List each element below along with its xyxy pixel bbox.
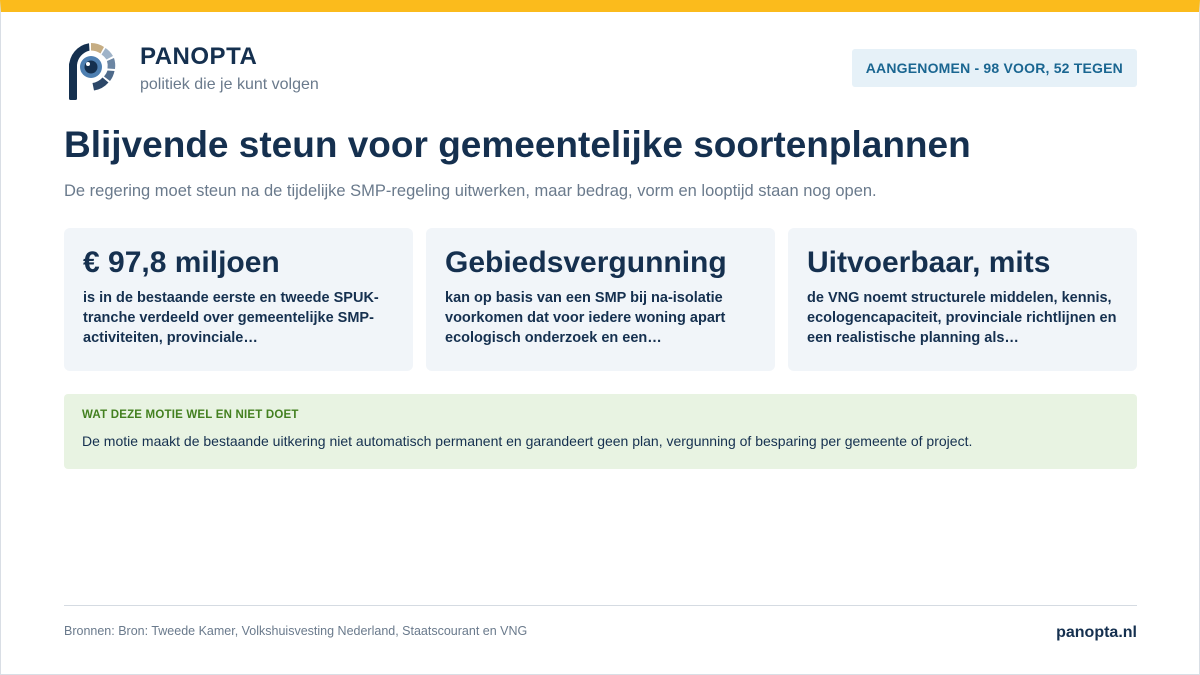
fact-card-body: de VNG noemt structurele middelen, kenni…: [807, 290, 1117, 346]
fact-card-body: kan op basis van een SMP bij na-isolatie…: [445, 290, 726, 346]
motion-scope-note: WAT DEZE MOTIE WEL EN NIET DOET De motie…: [64, 394, 1137, 469]
fact-cards: € 97,8 miljoen is in de bestaande eerste…: [64, 228, 1137, 371]
brand-tagline: politiek die je kunt volgen: [140, 76, 319, 93]
note-label: WAT DEZE MOTIE WEL EN NIET DOET: [82, 409, 299, 421]
eye-p-logo-icon: [68, 43, 116, 100]
fact-card-heading: Gebiedsvergunning: [445, 246, 727, 279]
page-subtitle: De regering moet steun na de tijdelijke …: [64, 182, 877, 200]
brand-name: PANOPTA: [140, 43, 258, 70]
note-text: De motie maakt de bestaande uitkering ni…: [82, 433, 973, 449]
site-link[interactable]: panopta.nl: [1056, 623, 1137, 643]
page-title: Blijvende steun voor gemeentelijke soort…: [64, 124, 971, 165]
sources-text: Bronnen: Bron: Tweede Kamer, Volkshuisve…: [64, 624, 528, 638]
vote-status-badge: AANGENOMEN - 98 VOOR, 52 TEGEN: [851, 49, 1137, 87]
fact-card-feasibility: Uitvoerbaar, mits de VNG noemt structure…: [788, 228, 1137, 371]
footer-divider: [64, 605, 1137, 606]
fact-card-permit: Gebiedsvergunning kan op basis van een S…: [426, 228, 775, 371]
fact-card-budget: € 97,8 miljoen is in de bestaande eerste…: [64, 228, 413, 371]
header: PANOPTA politiek die je kunt volgen AANG…: [64, 40, 1137, 102]
fact-card-heading: Uitvoerbaar, mits: [807, 246, 1051, 279]
brand[interactable]: PANOPTA politiek die je kunt volgen: [64, 40, 319, 101]
brand-text: PANOPTA politiek die je kunt volgen: [140, 40, 319, 95]
fact-card-heading: € 97,8 miljoen: [83, 246, 280, 279]
fact-card-body: is in de bestaande eerste en tweede SPUK…: [83, 290, 379, 346]
